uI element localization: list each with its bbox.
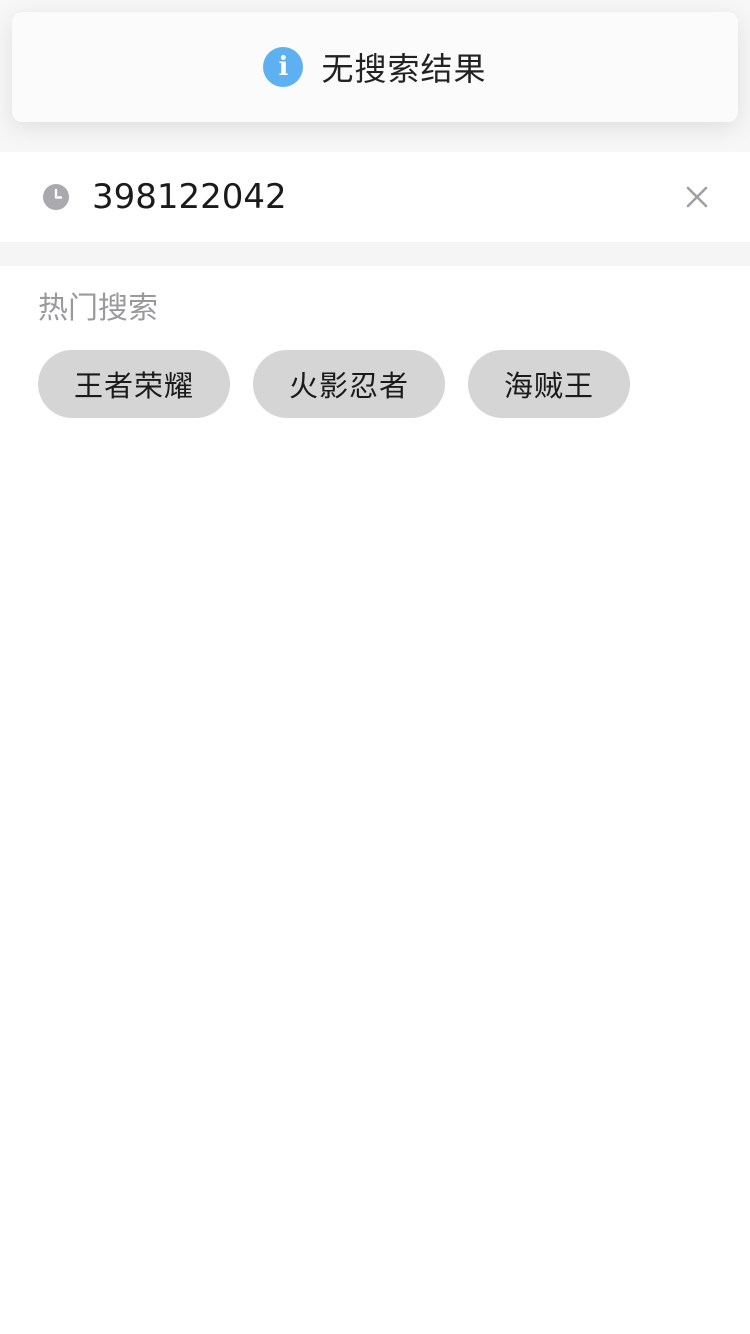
clock-icon — [43, 184, 69, 210]
close-icon[interactable] — [684, 184, 710, 210]
toast-notification: i 无搜索结果 — [12, 12, 738, 122]
hot-search-tag[interactable]: 王者荣耀 — [38, 350, 231, 418]
hot-search-section: 热门搜索 王者荣耀 火影忍者 海贼王 — [0, 266, 750, 418]
hot-search-tags: 王者荣耀 火影忍者 海贼王 — [38, 350, 750, 418]
toast-message: 无搜索结果 — [321, 50, 487, 88]
section-divider — [0, 242, 750, 266]
hot-search-tag[interactable]: 火影忍者 — [253, 350, 446, 418]
search-row — [0, 152, 750, 242]
screen: i 无搜索结果 热门搜索 王者荣耀 火影忍者 海贼王 — [0, 0, 750, 1334]
hot-search-title: 热门搜索 — [38, 291, 158, 326]
search-input[interactable] — [92, 167, 684, 227]
hot-search-tag[interactable]: 海贼王 — [468, 350, 631, 418]
info-icon: i — [263, 47, 304, 87]
